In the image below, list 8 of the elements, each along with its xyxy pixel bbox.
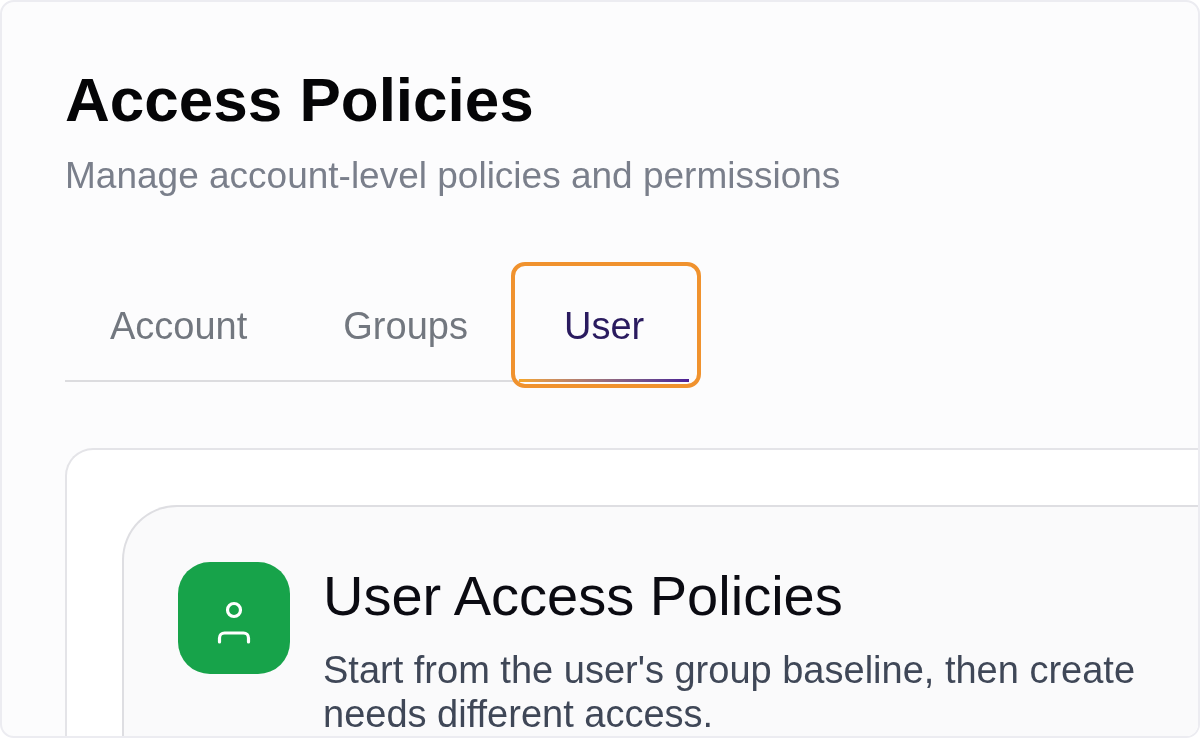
- tab[interactable]: Groups: [298, 270, 513, 382]
- page-title: Access Policies: [65, 64, 534, 136]
- page-subtitle: Manage account-level policies and permissions: [65, 154, 841, 198]
- user-icon: [178, 562, 290, 674]
- card-title: User Access Policies: [323, 563, 843, 629]
- tab[interactable]: Account: [65, 270, 293, 382]
- card-description: Start from the user's group baseline, then create needs different access.: [323, 648, 1136, 736]
- tab[interactable]: User: [518, 270, 690, 382]
